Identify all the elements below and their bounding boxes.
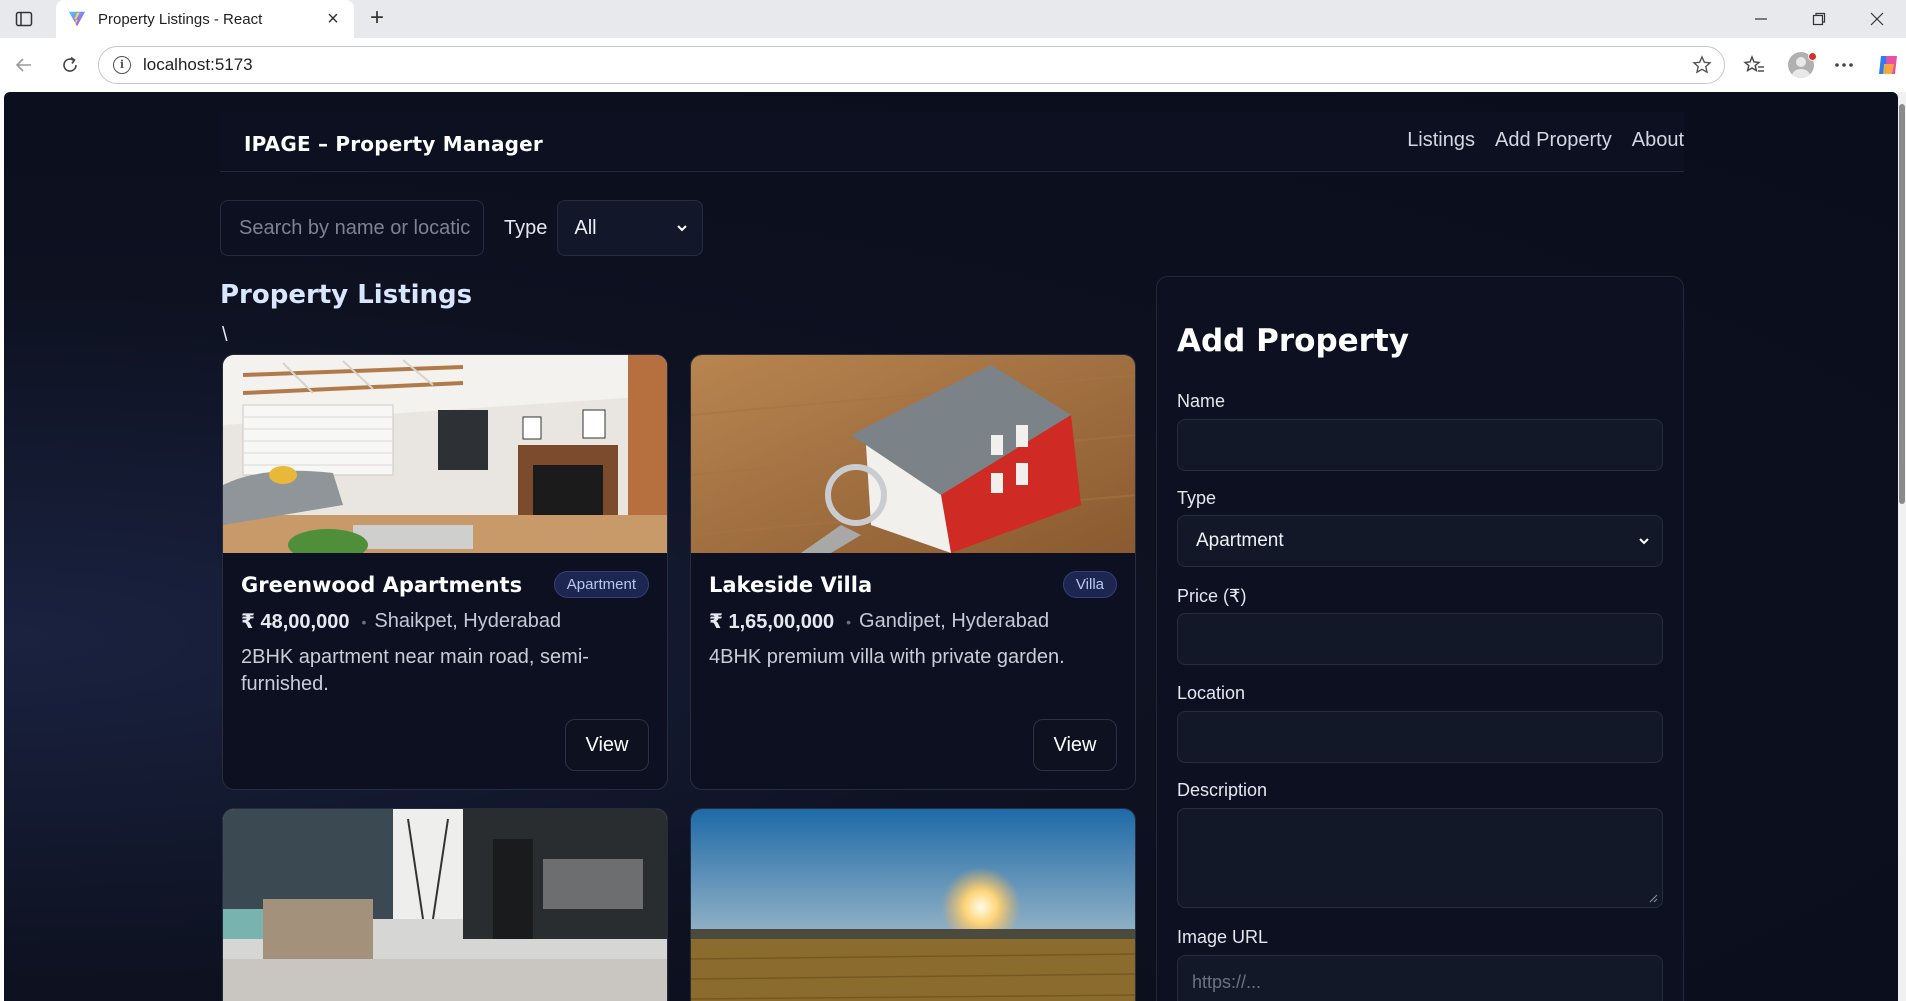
property-location: Gandipet, Hyderabad xyxy=(859,610,1050,632)
restore-icon[interactable] xyxy=(1790,0,1848,38)
nav-about[interactable]: About xyxy=(1632,129,1684,152)
type-select[interactable]: Apartment xyxy=(1177,515,1663,567)
property-card xyxy=(222,808,668,1001)
brand-title: IPAGE – Property Manager xyxy=(244,132,543,156)
nav-add-property[interactable]: Add Property xyxy=(1495,129,1612,152)
listings-title: Property Listings xyxy=(220,280,473,310)
name-input[interactable] xyxy=(1177,419,1663,471)
property-image xyxy=(691,809,1135,1001)
add-property-panel: Add Property Name Type Apartment Price (… xyxy=(1156,276,1684,1001)
stray-text: \ xyxy=(222,324,228,346)
search-input[interactable] xyxy=(220,200,484,256)
new-tab-icon[interactable]: + xyxy=(365,6,389,31)
url-text: localhost:5173 xyxy=(143,55,253,74)
description-textarea[interactable] xyxy=(1177,808,1663,908)
tab-actions-icon[interactable] xyxy=(14,9,34,29)
site-info-icon[interactable]: i xyxy=(113,56,131,74)
reload-icon[interactable] xyxy=(56,51,84,79)
copilot-icon[interactable] xyxy=(1874,51,1902,79)
property-image xyxy=(223,355,667,553)
property-image xyxy=(223,809,667,1001)
price-input[interactable] xyxy=(1177,613,1663,665)
tab-close-icon[interactable]: × xyxy=(324,9,342,29)
chevron-down-icon xyxy=(677,225,688,232)
property-description: 4BHK premium villa with private garden. xyxy=(709,646,1065,668)
type-label: Type xyxy=(1177,488,1217,508)
nav-listings[interactable]: Listings xyxy=(1407,129,1475,152)
app-header: IPAGE – Property Manager Listings Add Pr… xyxy=(220,112,1684,172)
image-url-label: Image URL xyxy=(1177,927,1269,947)
minimize-icon[interactable] xyxy=(1732,0,1790,38)
app-viewport: IPAGE – Property Manager Listings Add Pr… xyxy=(4,92,1898,1001)
tab-title: Property Listings - React xyxy=(98,10,263,28)
location-label: Location xyxy=(1177,683,1246,703)
filter-bar: Type All xyxy=(220,200,704,256)
add-property-title: Add Property xyxy=(1177,323,1410,359)
property-meta: ₹ 48,00,000 • Shaikpet, Hyderabad xyxy=(241,609,649,634)
chevron-down-icon xyxy=(1639,538,1649,545)
property-type-badge: Apartment xyxy=(553,571,649,598)
url-field[interactable]: i localhost:5173 xyxy=(98,46,1725,84)
more-options-icon[interactable] xyxy=(1830,51,1858,79)
property-card xyxy=(690,808,1136,1001)
browser-tab-bar: Property Listings - React × + xyxy=(0,0,1906,38)
description-label: Description xyxy=(1177,780,1268,800)
separator-dot: • xyxy=(846,613,852,630)
view-button[interactable]: View xyxy=(565,719,649,771)
main-nav: Listings Add Property About xyxy=(1407,129,1684,152)
property-price: ₹ 48,00,000 xyxy=(241,611,350,633)
property-name: Lakeside Villa xyxy=(709,573,873,597)
type-filter-value: All xyxy=(574,216,597,239)
separator-dot: • xyxy=(361,613,367,630)
back-icon[interactable] xyxy=(10,51,38,79)
browser-tab[interactable]: Property Listings - React × xyxy=(56,0,354,38)
window-controls xyxy=(1732,0,1906,38)
favorites-icon[interactable] xyxy=(1740,51,1768,79)
type-select-value: Apartment xyxy=(1196,530,1284,551)
view-button[interactable]: View xyxy=(1033,719,1117,771)
image-url-placeholder: https://... xyxy=(1192,972,1262,992)
property-price: ₹ 1,65,00,000 xyxy=(709,611,835,633)
close-window-icon[interactable] xyxy=(1848,0,1906,38)
property-meta: ₹ 1,65,00,000 • Gandipet, Hyderabad xyxy=(709,609,1117,634)
favorite-star-icon[interactable] xyxy=(1692,55,1712,75)
notification-dot xyxy=(1808,52,1817,61)
property-location: Shaikpet, Hyderabad xyxy=(374,610,562,632)
property-type-badge: Villa xyxy=(1062,571,1117,598)
property-image xyxy=(691,355,1135,553)
name-label: Name xyxy=(1177,391,1226,411)
card-body: Lakeside Villa Villa ₹ 1,65,00,000 • Gan… xyxy=(691,553,1135,671)
type-filter-label: Type xyxy=(504,216,548,239)
location-input[interactable] xyxy=(1177,711,1663,763)
address-bar: i localhost:5173 xyxy=(0,38,1906,92)
type-filter-select[interactable]: All xyxy=(557,200,704,256)
property-card: Greenwood Apartments Apartment ₹ 48,00,0… xyxy=(222,354,668,790)
scrollbar-thumb[interactable] xyxy=(1899,104,1905,504)
property-description: 2BHK apartment near main road, semi-furn… xyxy=(241,646,589,695)
card-body: Greenwood Apartments Apartment ₹ 48,00,0… xyxy=(223,553,667,698)
price-label: Price (₹) xyxy=(1177,586,1247,606)
resize-handle-icon[interactable] xyxy=(1648,893,1658,903)
vite-logo-icon xyxy=(68,11,86,27)
property-card: Lakeside Villa Villa ₹ 1,65,00,000 • Gan… xyxy=(690,354,1136,790)
image-url-input[interactable]: https://... xyxy=(1177,955,1663,1001)
